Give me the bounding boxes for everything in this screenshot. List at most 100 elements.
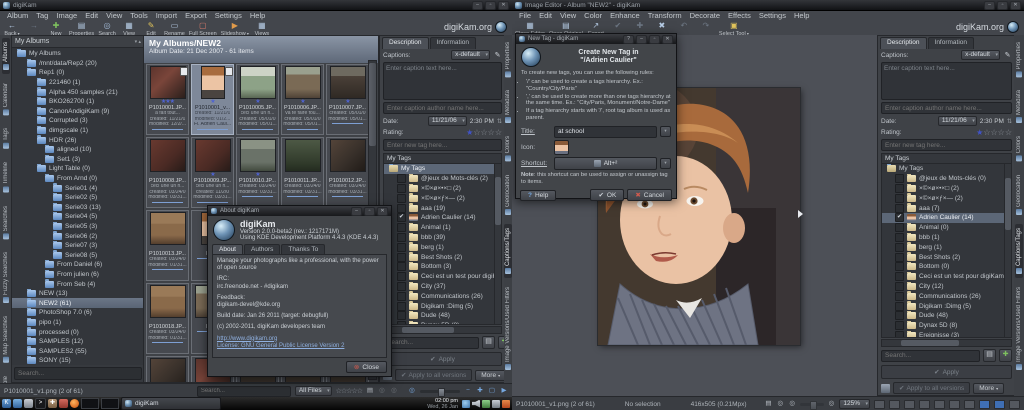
tag-item[interactable]: aaa (7) xyxy=(882,203,1004,213)
tag-checkbox[interactable] xyxy=(397,272,406,281)
shortcut-button[interactable]: Alt+² xyxy=(554,157,657,170)
toolbar-button[interactable]: ✖ xyxy=(653,21,671,31)
maximize-icon[interactable]: ▫ xyxy=(997,1,1008,10)
thumbnail[interactable]: ★ P1010009.JP... ceci une un n... create… xyxy=(191,137,234,208)
time-spinner-icon[interactable]: ⇅ xyxy=(1007,118,1012,125)
zoom-out-icon[interactable]: ◎ xyxy=(776,400,784,408)
edit-caption-icon[interactable]: ✎ xyxy=(1003,51,1012,60)
album-tree-item[interactable]: Set1 (3) xyxy=(12,155,144,165)
caption-input[interactable]: Enter caption text here... xyxy=(383,62,502,100)
tag-item[interactable]: City (12) xyxy=(882,282,1004,292)
tag-item[interactable]: bbb (39) xyxy=(384,233,494,243)
thumbnail[interactable]: ★ P1010010.JP... created: 03/24/0 modifi… xyxy=(236,137,279,208)
toolbar-button[interactable]: ↷ xyxy=(697,21,715,31)
zoom-100-icon[interactable]: ▶ xyxy=(500,387,508,395)
website-link[interactable]: http://www.digikam.org xyxy=(217,336,382,343)
tag-checkbox[interactable] xyxy=(895,184,904,193)
tag-checkbox[interactable] xyxy=(895,321,904,330)
album-tree-item[interactable]: NEW2 (61) xyxy=(12,298,144,308)
album-tree-item[interactable]: Alpha 450 samples (21) xyxy=(12,87,144,97)
clock[interactable]: 02:00 pm Wed, 26 Jan xyxy=(427,398,460,410)
tag-checkbox[interactable] xyxy=(895,223,904,232)
close-button[interactable]: ⊗Close xyxy=(346,361,387,373)
tag-item[interactable]: Best Shots (2) xyxy=(882,252,1004,262)
tag-search-input[interactable] xyxy=(881,350,980,362)
tag-checkbox[interactable] xyxy=(895,204,904,213)
side-tab[interactable]: Metadata xyxy=(504,86,512,127)
rating-widget[interactable]: ★☆☆☆☆ xyxy=(466,128,502,137)
help-button[interactable]: ?Help xyxy=(520,190,556,201)
menu-item[interactable]: Help xyxy=(790,11,813,20)
menu-item[interactable]: Effects xyxy=(724,11,755,20)
thumbnail[interactable]: ★ P1010007.JP... created: 05/01/0 modifi… xyxy=(326,64,369,135)
exposure-indicator-icon[interactable] xyxy=(874,400,885,409)
zoom-slider[interactable] xyxy=(420,390,460,393)
tag-item[interactable]: Dynax 5D (8) xyxy=(882,321,1004,331)
tag-item[interactable]: Bottom (0) xyxy=(882,262,1004,272)
updates-tray-icon[interactable] xyxy=(482,400,490,408)
tag-checkbox[interactable] xyxy=(397,213,406,222)
time-spinner-icon[interactable]: ⇅ xyxy=(497,118,502,125)
tag-item[interactable]: Dynax 5D (8) xyxy=(384,321,494,325)
album-tree-item[interactable]: My Albums xyxy=(12,49,144,59)
album-tree-item[interactable]: processed (0) xyxy=(12,327,144,337)
menu-item[interactable]: Tools xyxy=(126,11,152,20)
time-value[interactable]: 2:30 PM xyxy=(980,118,1004,125)
thumbnail[interactable]: ★★★ P1010001.JP... a fait tout... create… xyxy=(146,64,189,135)
maximize-icon[interactable]: ▫ xyxy=(485,1,496,10)
tag-item[interactable]: bbb (1) xyxy=(882,233,1004,243)
ok-button[interactable]: ✔OK xyxy=(590,189,624,201)
album-tree-item[interactable]: PhotoShop 7.0 (6) xyxy=(12,308,144,318)
thumbnail[interactable]: ★ P1010001_v... created: 11/21/0 modifie… xyxy=(191,64,234,135)
tag-checkbox[interactable] xyxy=(895,233,904,242)
toolbar-button[interactable]: ✚ xyxy=(631,21,649,31)
chevron-down-icon[interactable]: ▾ ▴ xyxy=(135,39,141,45)
album-tree-item[interactable]: Serie07 (3) xyxy=(12,241,144,251)
device-tray-icon[interactable] xyxy=(492,400,500,408)
album-tree-item[interactable]: Light Table (0) xyxy=(12,164,144,174)
caption-author-input[interactable] xyxy=(881,102,1012,114)
tag-title-input[interactable] xyxy=(554,126,657,138)
tags-link[interactable] xyxy=(197,129,227,130)
menu-item[interactable]: Edit xyxy=(81,11,102,20)
tag-hscrollbar[interactable] xyxy=(383,326,502,334)
tag-item[interactable]: Animal (0) xyxy=(882,223,1004,233)
side-tab[interactable]: Properties xyxy=(1015,38,1023,81)
album-tree-item[interactable]: Serie06 (2) xyxy=(12,231,144,241)
album-tree-item[interactable]: CanonAndigiKam (9) xyxy=(12,107,144,117)
side-tab[interactable]: Fuzzy Searches xyxy=(2,248,10,307)
file-filter-combo[interactable]: All Files xyxy=(295,386,332,396)
window-preview[interactable] xyxy=(101,398,119,409)
tag-checkbox[interactable] xyxy=(895,213,904,222)
tag-item[interactable]: berg (1) xyxy=(384,242,494,252)
tag-checkbox[interactable] xyxy=(397,262,406,271)
menu-item[interactable]: Edit xyxy=(535,11,556,20)
tag-checkbox[interactable] xyxy=(895,302,904,311)
side-tab[interactable]: Image Versions/Used Filters xyxy=(504,283,512,374)
tag-checkbox[interactable] xyxy=(895,292,904,301)
album-tree-item[interactable]: Serie02 (5) xyxy=(12,193,144,203)
album-tree-item[interactable]: 221460 (1) xyxy=(12,78,144,88)
apply-all-versions-button[interactable]: ✔Apply to all versions xyxy=(395,369,472,381)
tag-checkbox[interactable] xyxy=(895,194,904,203)
tag-item[interactable]: berg (1) xyxy=(882,242,1004,252)
side-tab[interactable]: Searches xyxy=(2,202,10,243)
caption-author-input[interactable] xyxy=(383,102,502,114)
tag-scrollbar[interactable] xyxy=(494,164,501,324)
side-tab[interactable]: Timeline xyxy=(2,158,10,196)
klipper-tray-icon[interactable] xyxy=(502,400,510,408)
menu-item[interactable]: Decorate xyxy=(686,11,724,20)
show-desktop-icon[interactable] xyxy=(13,399,22,408)
minimize-icon[interactable]: – xyxy=(472,1,483,10)
fit-window-icon[interactable]: ▢ xyxy=(488,387,496,395)
tag-item[interactable]: Best Shots (2) xyxy=(384,252,494,262)
tag-checkbox[interactable] xyxy=(397,223,406,232)
thumbnail[interactable]: P1010013.JP... created: 03/24/0 modified… xyxy=(146,210,189,281)
minimize-icon[interactable]: – xyxy=(984,1,995,10)
tab-information[interactable]: Information xyxy=(430,37,477,49)
tag-item[interactable]: aaa (19) xyxy=(384,203,494,213)
close-icon[interactable]: ✕ xyxy=(377,207,388,216)
date-combo[interactable]: 11/21/06 xyxy=(938,116,977,126)
help-icon[interactable]: ? xyxy=(623,35,634,44)
side-tab[interactable]: Captions/Tags xyxy=(1015,224,1023,278)
